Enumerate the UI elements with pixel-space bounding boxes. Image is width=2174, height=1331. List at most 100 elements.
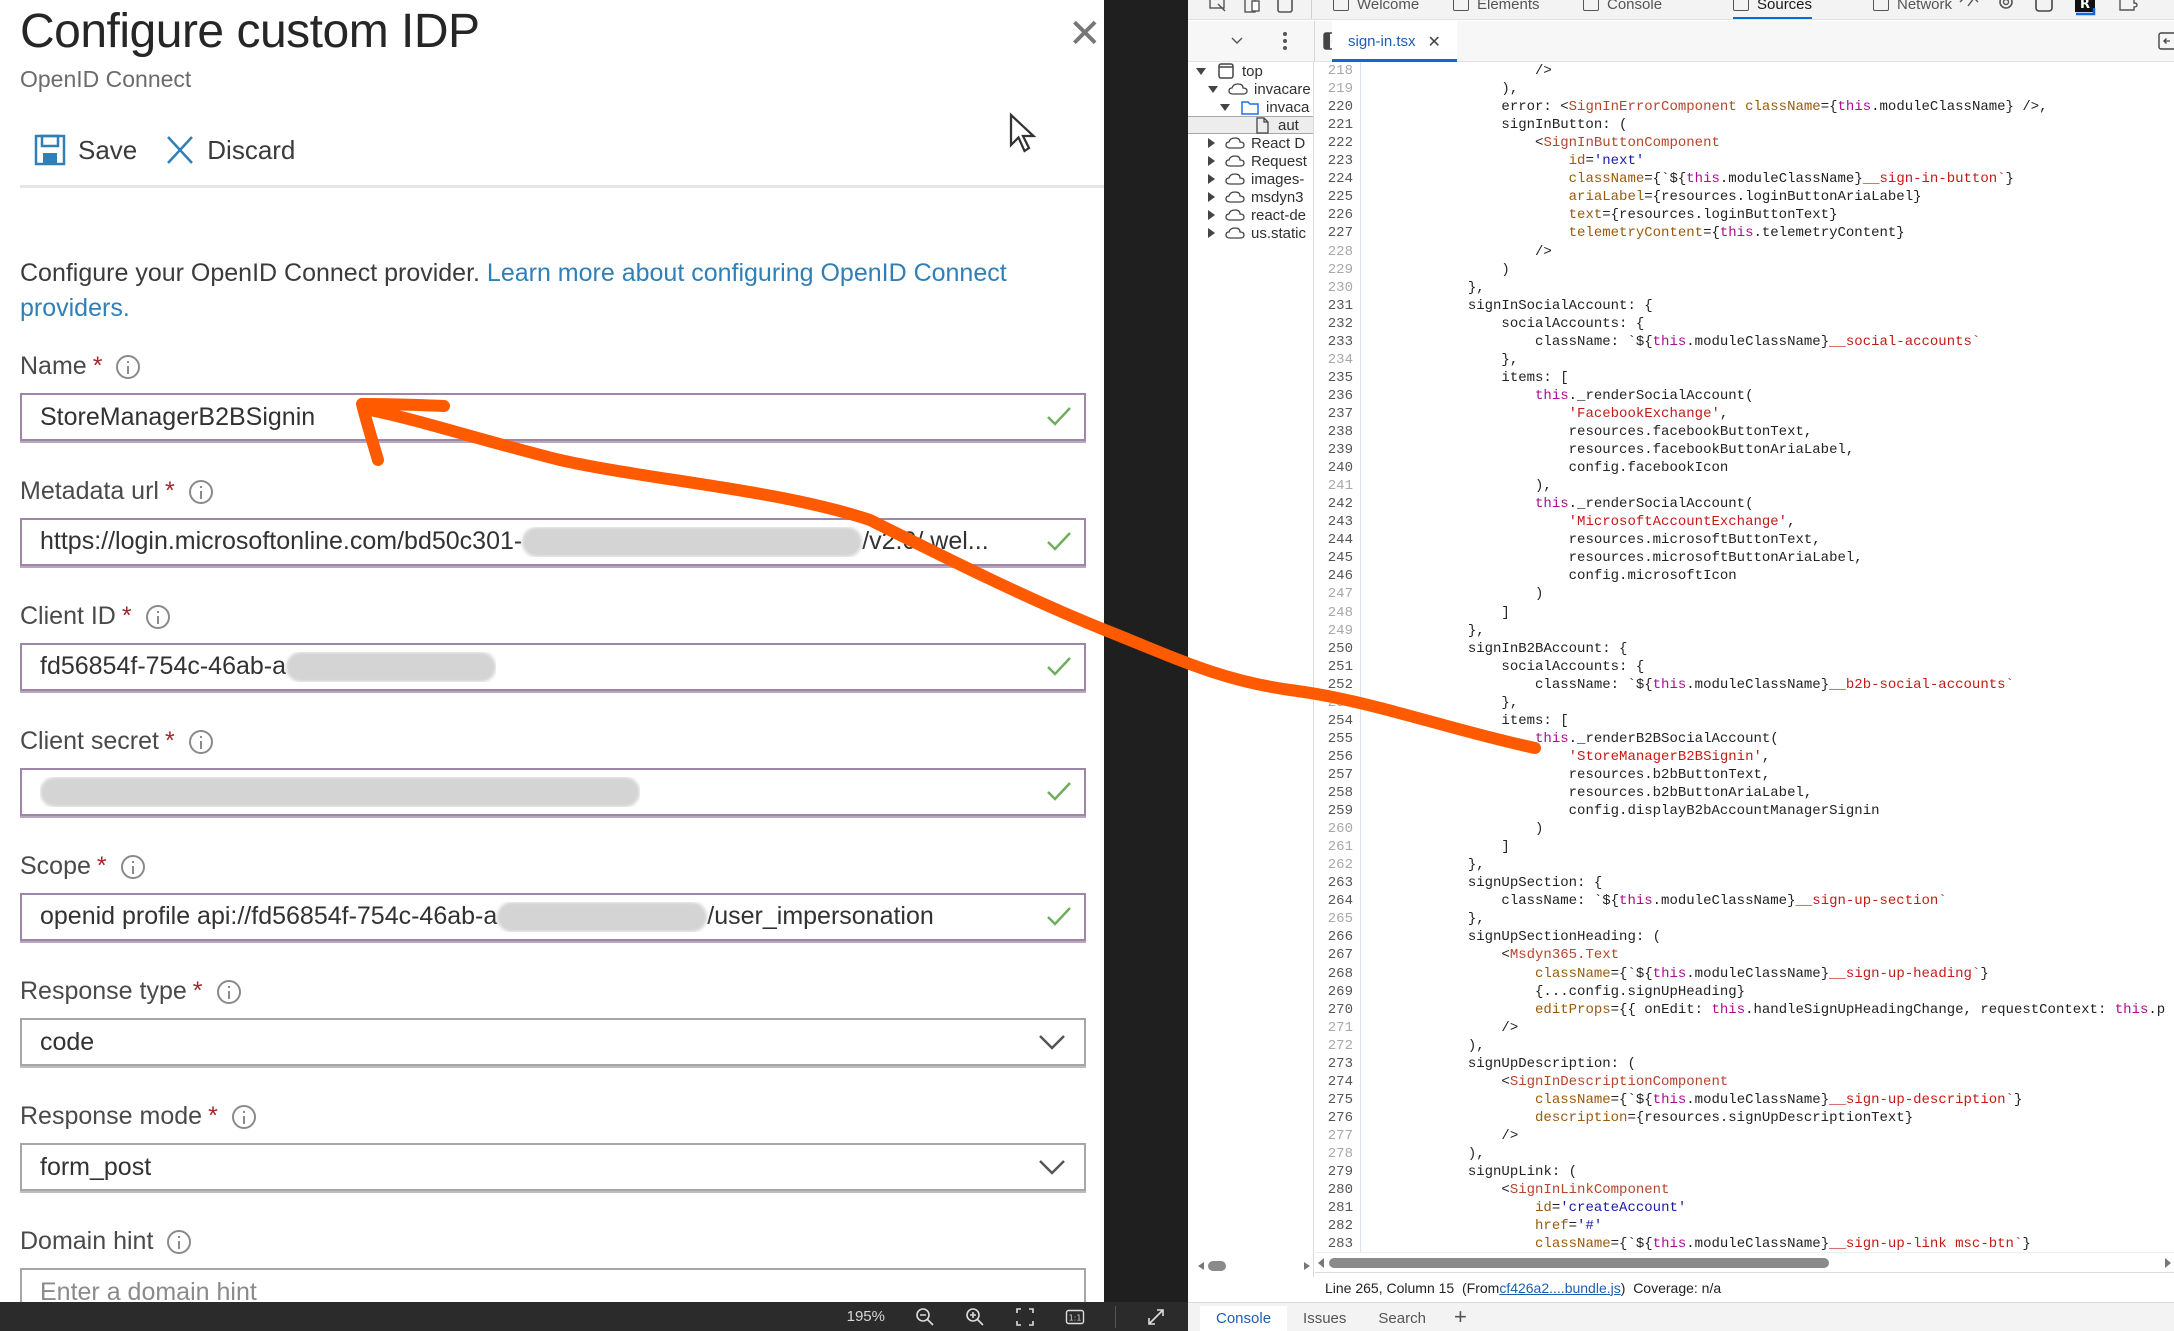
fit-to-window-icon[interactable] [1015, 1307, 1035, 1327]
line-number[interactable]: 242 [1315, 495, 1353, 513]
line-number[interactable]: 252 [1315, 676, 1353, 694]
line-number[interactable]: 244 [1315, 531, 1353, 549]
line-number[interactable]: 258 [1315, 784, 1353, 802]
info-icon[interactable] [145, 604, 170, 629]
expanded-triangle-icon[interactable] [1220, 103, 1230, 111]
line-number[interactable]: 221 [1315, 116, 1353, 134]
line-number[interactable]: 271 [1315, 1019, 1353, 1037]
line-number[interactable]: 263 [1315, 874, 1353, 892]
source-map-link[interactable]: cf426a2....bundle.js [1499, 1280, 1620, 1296]
line-number[interactable]: 239 [1315, 441, 1353, 459]
line-number[interactable]: 220 [1315, 98, 1353, 116]
line-number[interactable]: 237 [1315, 405, 1353, 423]
line-number[interactable]: 247 [1315, 585, 1353, 603]
line-number[interactable]: 223 [1315, 152, 1353, 170]
scroll-right-icon[interactable] [2164, 1257, 2172, 1269]
tree-item[interactable]: images- [1188, 170, 1313, 188]
line-number[interactable]: 246 [1315, 567, 1353, 585]
tree-item[interactable]: invacare [1188, 80, 1313, 98]
collapsed-triangle-icon[interactable] [1208, 228, 1215, 238]
close-button[interactable]: ✕ [1068, 14, 1102, 54]
extensions-puzzle-icon[interactable] [2116, 0, 2138, 14]
line-number[interactable]: 249 [1315, 622, 1353, 640]
tool-tab-network[interactable]: Network [1873, 0, 1952, 16]
window-icon[interactable] [2034, 0, 2054, 14]
scroll-left-icon[interactable] [1317, 1257, 1325, 1269]
line-number[interactable]: 232 [1315, 315, 1353, 333]
line-number[interactable]: 243 [1315, 513, 1353, 531]
response-mode-select[interactable]: form_post [20, 1143, 1086, 1191]
line-number[interactable]: 230 [1315, 279, 1353, 297]
info-icon[interactable] [188, 479, 213, 504]
line-number[interactable]: 279 [1315, 1163, 1353, 1181]
line-number[interactable]: 275 [1315, 1091, 1353, 1109]
line-number[interactable]: 274 [1315, 1073, 1353, 1091]
line-number[interactable]: 225 [1315, 188, 1353, 206]
line-number[interactable]: 278 [1315, 1145, 1353, 1163]
client-id-input[interactable]: fd56854f-754c-46ab-a [20, 643, 1086, 691]
line-number[interactable]: 276 [1315, 1109, 1353, 1127]
line-number[interactable]: 281 [1315, 1199, 1353, 1217]
line-number[interactable]: 245 [1315, 549, 1353, 567]
line-number[interactable]: 282 [1315, 1217, 1353, 1235]
line-number[interactable]: 251 [1315, 658, 1353, 676]
zoom-out-icon[interactable] [915, 1307, 935, 1327]
line-number[interactable]: 226 [1315, 206, 1353, 224]
line-number[interactable]: 250 [1315, 640, 1353, 658]
line-number[interactable]: 253 [1315, 694, 1353, 712]
line-number[interactable]: 218 [1315, 62, 1353, 80]
tool-tab-welcome[interactable]: Welcome [1333, 0, 1419, 16]
device-toolbar-icon[interactable] [1243, 0, 1261, 14]
line-number[interactable]: 241 [1315, 477, 1353, 495]
line-number[interactable]: 264 [1315, 892, 1353, 910]
line-number[interactable]: 254 [1315, 712, 1353, 730]
domain-hint-input[interactable]: Enter a domain hint [20, 1268, 1086, 1302]
tree-item[interactable]: invaca [1188, 98, 1313, 116]
line-number[interactable]: 259 [1315, 802, 1353, 820]
collapsed-triangle-icon[interactable] [1208, 156, 1215, 166]
close-tab-icon[interactable]: ✕ [1428, 32, 1441, 52]
line-number[interactable]: 234 [1315, 351, 1353, 369]
chevron-down-icon[interactable] [1230, 35, 1244, 47]
info-icon[interactable] [167, 1229, 192, 1254]
actual-size-icon[interactable]: 1:1 [1065, 1307, 1085, 1327]
settings-gear-icon[interactable] [1995, 0, 2017, 14]
tool-tab-elements[interactable]: Elements [1453, 0, 1540, 16]
navigator-scrollbar[interactable] [1188, 1255, 1314, 1277]
inspect-element-icon[interactable] [1208, 0, 1228, 14]
line-number[interactable]: 265 [1315, 910, 1353, 928]
info-icon[interactable] [120, 854, 145, 879]
line-number[interactable]: 283 [1315, 1235, 1353, 1252]
zoom-in-icon[interactable] [965, 1307, 985, 1327]
expanded-triangle-icon[interactable] [1196, 67, 1206, 75]
tree-item[interactable]: Request [1188, 152, 1313, 170]
line-number[interactable]: 227 [1315, 224, 1353, 242]
line-number[interactable]: 277 [1315, 1127, 1353, 1145]
more-options-icon[interactable] [1282, 31, 1288, 51]
line-number[interactable]: 272 [1315, 1037, 1353, 1055]
line-number[interactable]: 224 [1315, 170, 1353, 188]
line-number[interactable]: 248 [1315, 604, 1353, 622]
line-number[interactable]: 262 [1315, 856, 1353, 874]
collapsed-triangle-icon[interactable] [1208, 210, 1215, 220]
drawer-tab-issues[interactable]: Issues [1287, 1306, 1362, 1331]
line-number[interactable]: 240 [1315, 459, 1353, 477]
line-number[interactable]: 219 [1315, 80, 1353, 98]
line-number[interactable]: 236 [1315, 387, 1353, 405]
line-number[interactable]: 233 [1315, 333, 1353, 351]
info-icon[interactable] [216, 979, 241, 1004]
line-number[interactable]: 280 [1315, 1181, 1353, 1199]
line-number[interactable]: 260 [1315, 820, 1353, 838]
tree-item[interactable]: us.static [1188, 224, 1313, 242]
expanded-triangle-icon[interactable] [1208, 85, 1218, 93]
more-tools-icon[interactable] [2154, 0, 2174, 14]
tree-item[interactable]: react-de [1188, 206, 1313, 224]
metadata-url-input[interactable]: https://login.microsoftonline.com/bd50c3… [20, 518, 1086, 566]
info-icon[interactable] [116, 354, 141, 379]
line-number[interactable]: 228 [1315, 243, 1353, 261]
collapsed-triangle-icon[interactable] [1208, 192, 1215, 202]
line-number[interactable]: 270 [1315, 1001, 1353, 1019]
line-number[interactable]: 222 [1315, 134, 1353, 152]
line-number[interactable]: 266 [1315, 928, 1353, 946]
name-input[interactable]: StoreManagerB2BSignin [20, 393, 1086, 441]
